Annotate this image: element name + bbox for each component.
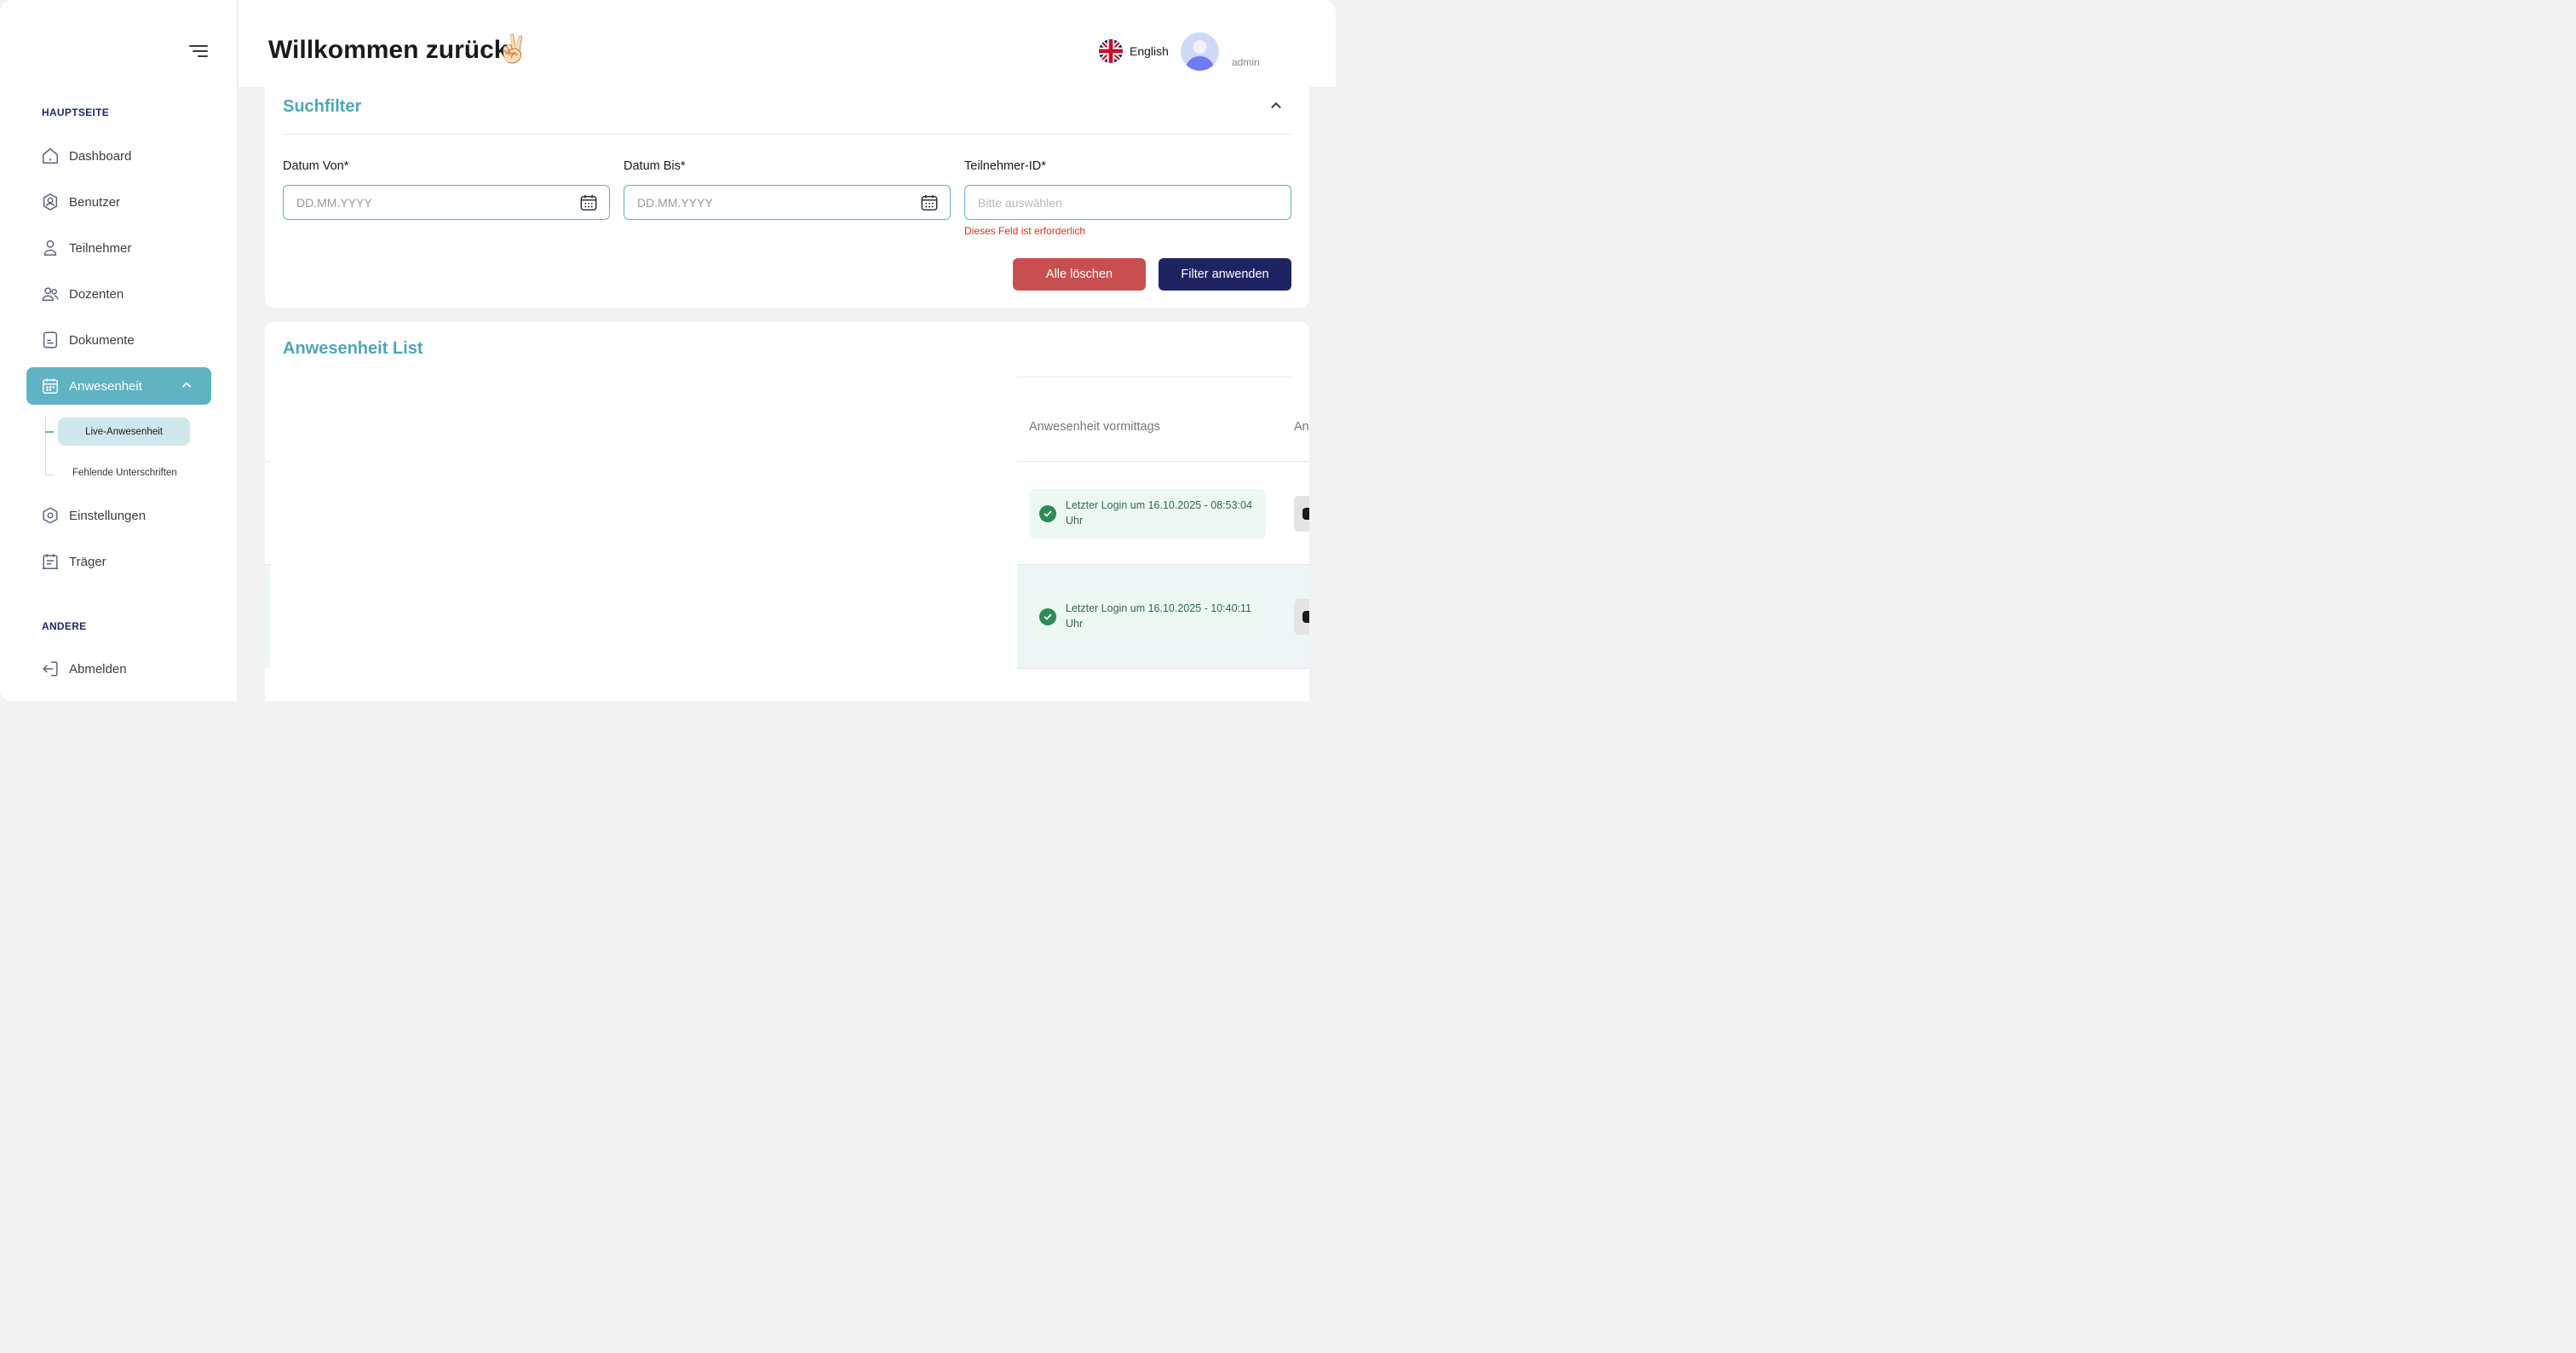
sidebar-item-label: Träger <box>69 554 106 569</box>
date-to-placeholder: DD.MM.YYYY <box>637 195 713 210</box>
section-label-main: HAUPTSEITE <box>42 107 110 118</box>
list-title: Anwesenheit List <box>283 339 423 358</box>
action-chip[interactable] <box>1294 496 1309 532</box>
filter-divider <box>283 134 1291 135</box>
submenu-active-marker <box>45 431 54 433</box>
language-label: English <box>1130 44 1169 58</box>
participant-id-select[interactable]: Bitte auswählen <box>964 185 1291 220</box>
document-icon <box>41 331 60 349</box>
calendar-icon[interactable] <box>579 193 598 215</box>
sidebar-item-label: Dashboard <box>69 148 132 164</box>
language-selector[interactable]: English <box>1099 39 1169 63</box>
logout-icon <box>41 659 60 678</box>
clipboard-icon <box>41 552 60 571</box>
sidebar-item-label: Einstellungen <box>69 508 147 523</box>
logout-button[interactable]: Abmelden <box>26 650 211 688</box>
check-circle-icon <box>1039 505 1056 522</box>
row-divider <box>1017 461 1309 462</box>
page-title: Willkommen zurück <box>268 36 509 64</box>
attendance-status-pill: Letzter Login um 16.10.2025 - 08:53:04 U… <box>1029 489 1266 538</box>
submenu-item-fehlende-unterschriften[interactable]: Fehlende Unterschriften <box>72 468 177 478</box>
users-icon <box>41 285 60 303</box>
sidebar-item-teilnehmer[interactable]: Teilnehmer <box>26 229 211 267</box>
search-filter-card: Suchfilter Datum Von* DD.MM.YYYY Datum B… <box>265 87 1309 308</box>
participant-id-placeholder: Bitte auswählen <box>978 195 1062 210</box>
date-to-label: Datum Bis* <box>624 159 686 173</box>
section-label-other: ANDERE <box>42 620 87 632</box>
sidebar: HAUPTSEITE Dashboard Benutzer Teilnehmer… <box>0 0 238 701</box>
action-chip[interactable] <box>1294 599 1309 635</box>
user-shield-icon <box>41 193 60 211</box>
sidebar-item-dokumente[interactable]: Dokumente <box>26 321 211 359</box>
sidebar-item-label: Teilnehmer <box>69 240 132 256</box>
peace-hand-emoji: ✌🏻 <box>496 33 530 64</box>
sidebar-item-label: Anwesenheit <box>69 378 142 394</box>
sidebar-item-label: Dokumente <box>69 332 135 348</box>
top-header: Willkommen zurück ✌🏻 English admin <box>239 0 1336 87</box>
participant-id-error: Dieses Feld ist erforderlich <box>964 225 1086 237</box>
avatar[interactable] <box>1181 32 1219 71</box>
collapse-chevron-icon[interactable] <box>1269 99 1283 117</box>
apply-filter-button[interactable]: Filter anwenden <box>1159 258 1291 291</box>
column-header-next: An <box>1294 420 1309 434</box>
submenu-line <box>45 416 46 475</box>
sidebar-item-dashboard[interactable]: Dashboard <box>26 137 211 175</box>
submenu-item-live-anwesenheit[interactable]: Live-Anwesenheit <box>58 417 190 446</box>
row-divider-left <box>265 461 270 462</box>
attendance-status-text: Letzter Login um 16.10.2025 - 08:53:04 U… <box>1066 499 1252 527</box>
row-divider <box>1017 668 1309 669</box>
sidebar-item-einstellungen[interactable]: Einstellungen <box>26 497 211 534</box>
sidebar-item-anwesenheit[interactable]: Anwesenheit <box>26 367 211 405</box>
logout-label: Abmelden <box>69 661 127 676</box>
menu-toggle-icon[interactable] <box>189 44 208 58</box>
calendar-icon <box>41 377 60 395</box>
uk-flag-icon <box>1099 39 1123 63</box>
home-icon <box>41 147 60 165</box>
check-circle-icon <box>1039 608 1056 625</box>
attendance-status-pill: Letzter Login um 16.10.2025 - 10:40:11 U… <box>1029 592 1266 642</box>
calendar-icon[interactable] <box>920 193 939 215</box>
date-from-placeholder: DD.MM.YYYY <box>296 195 372 210</box>
sidebar-item-dozenten[interactable]: Dozenten <box>26 275 211 313</box>
person-icon <box>41 239 60 257</box>
sidebar-item-label: Benutzer <box>69 194 121 210</box>
filter-title: Suchfilter <box>283 97 362 116</box>
sidebar-item-label: Dozenten <box>69 286 124 302</box>
date-to-field[interactable]: DD.MM.YYYY <box>624 185 951 220</box>
username: admin <box>1232 56 1260 68</box>
clear-all-button[interactable]: Alle löschen <box>1013 258 1146 291</box>
sidebar-item-traeger[interactable]: Träger <box>26 543 211 580</box>
settings-icon <box>41 506 60 525</box>
table-row-highlight-left <box>265 565 270 668</box>
attendance-status-text: Letzter Login um 16.10.2025 - 10:40:11 U… <box>1066 602 1251 630</box>
chevron-up-icon[interactable] <box>181 379 193 395</box>
sidebar-item-benutzer[interactable]: Benutzer <box>26 183 211 221</box>
date-from-field[interactable]: DD.MM.YYYY <box>283 185 610 220</box>
participant-id-label: Teilnehmer-ID* <box>964 159 1046 173</box>
app-window: HAUPTSEITE Dashboard Benutzer Teilnehmer… <box>0 0 1336 701</box>
date-from-label: Datum Von* <box>283 159 349 173</box>
attendance-list-card: Anwesenheit List Anwesenheit vormittags … <box>265 322 1309 701</box>
column-header-morning: Anwesenheit vormittags <box>1029 420 1160 434</box>
